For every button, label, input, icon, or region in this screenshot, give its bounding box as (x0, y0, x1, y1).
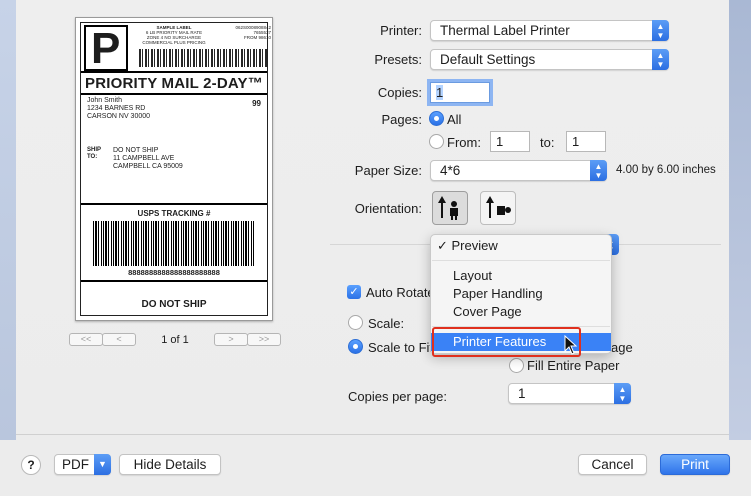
scale-to-fit-label: Scale to Fit (368, 340, 434, 355)
auto-rotate-checkbox[interactable]: ✓ (347, 285, 361, 299)
address-line: CAMPBELL CA 95009 (113, 163, 183, 170)
pages-to-field[interactable]: 1 (566, 131, 606, 152)
copies-per-page-popup[interactable]: 1 ▲ ▼ (508, 383, 631, 404)
pages-all-label: All (447, 112, 462, 127)
portrait-orientation-button[interactable] (432, 191, 468, 225)
presets-value: Default Settings (440, 52, 536, 67)
chevron-down-icon: ▼ (94, 454, 111, 475)
code-info: 062S0008908842 7655537 FROM 98610 (221, 25, 271, 40)
highlight-callout (432, 327, 581, 357)
copies-value: 1 (436, 85, 444, 100)
backdrop-right (729, 0, 751, 440)
divider (81, 71, 267, 73)
label-number: 99 (252, 99, 261, 108)
popup-chevron-icon: ▲ ▼ (614, 383, 631, 404)
pages-from-radio[interactable] (429, 134, 444, 149)
menu-item-preview[interactable]: ✓ Preview (431, 237, 611, 255)
menu-item-paper-handling[interactable]: Paper Handling (431, 285, 611, 303)
service-letter: P (91, 24, 121, 73)
last-page-button[interactable]: >> (247, 333, 281, 346)
service-title: PRIORITY MAIL 2-DAY™ (85, 75, 263, 92)
paper-size-popup[interactable]: 4*6 ▲ ▼ (430, 160, 607, 181)
bottom-divider (16, 434, 729, 435)
first-page-button[interactable]: << (69, 333, 103, 346)
printer-value: Thermal Label Printer (440, 23, 570, 38)
portrait-icon (438, 196, 458, 220)
help-button[interactable]: ? (21, 455, 41, 475)
menu-item-cover-page[interactable]: Cover Page (431, 303, 611, 321)
address-line: 1234 BARNES RD (87, 105, 146, 112)
pages-from-field[interactable]: 1 (490, 131, 530, 152)
address-line: John Smith (87, 97, 123, 104)
fill-entire-paper-label: Fill Entire Paper (527, 358, 620, 373)
next-page-button[interactable]: > (214, 333, 248, 346)
hide-details-button[interactable]: Hide Details (119, 454, 221, 475)
scale-radio[interactable] (348, 315, 363, 330)
pages-to-label: to: (540, 135, 555, 150)
landscape-icon (486, 196, 511, 218)
presets-popup[interactable]: Default Settings ▲ ▼ (430, 49, 669, 70)
ship-to-label: SHIP TO: (87, 147, 102, 160)
menu-separator (432, 260, 610, 261)
address-line: 11 CAMPBELL AVE (113, 155, 175, 162)
print-preview: P SAMPLE LABEL 6 LB PRIORITY MAIL RATE Z… (75, 17, 273, 321)
paper-size-label: Paper Size: (354, 163, 422, 178)
print-button[interactable]: Print (660, 454, 730, 475)
prev-page-button[interactable]: < (102, 333, 136, 346)
divider (81, 203, 267, 205)
copies-label: Copies: (377, 85, 422, 100)
pdf-label: PDF (62, 457, 89, 472)
sender-address: John Smith 1234 BARNES RD CARSON NV 3000… (87, 97, 150, 121)
tracking-title: USPS TRACKING # (137, 209, 211, 218)
tracking-number: 8888888888888888888888 (128, 268, 220, 277)
pages-all-radio[interactable] (429, 111, 444, 126)
copies-per-page-label: Copies per page: (348, 389, 448, 404)
code-line: FROM 98610 (243, 35, 271, 40)
copies-per-page-value: 1 (518, 386, 526, 401)
address-line: DO NOT SHIP (113, 147, 159, 154)
sample-info: SAMPLE LABEL 6 LB PRIORITY MAIL RATE ZON… (139, 25, 209, 45)
mouse-cursor-icon (564, 335, 578, 355)
paper-size-value: 4*6 (440, 163, 461, 178)
label-footer: DO NOT SHIP (141, 299, 207, 310)
scale-to-fit-radio[interactable] (348, 339, 363, 354)
printer-label: Printer: (380, 23, 422, 38)
pdf-menu-button[interactable]: PDF ▼ (54, 454, 111, 475)
cancel-button[interactable]: Cancel (578, 454, 647, 475)
menu-item-layout[interactable]: Layout (431, 267, 611, 285)
2d-barcode (139, 49, 267, 67)
printer-popup[interactable]: Thermal Label Printer ▲ ▼ (430, 20, 669, 41)
auto-rotate-label: Auto Rotate (366, 285, 435, 300)
pages-from-label: From: (447, 135, 481, 150)
presets-label: Presets: (374, 52, 422, 67)
tracking-barcode (93, 221, 255, 266)
shipping-label: P SAMPLE LABEL 6 LB PRIORITY MAIL RATE Z… (80, 22, 271, 316)
fill-entire-paper-radio[interactable] (509, 358, 524, 373)
scale-label: Scale: (368, 316, 405, 331)
divider (81, 93, 267, 95)
page-status: 1 of 1 (161, 334, 189, 346)
backdrop-left (0, 0, 16, 440)
copies-field[interactable]: 1 (430, 82, 490, 103)
popup-chevron-icon: ▲ ▼ (652, 20, 669, 41)
address-line: CARSON NV 30000 (87, 113, 151, 120)
sample-line: COMMERCIAL PLUS PRICING (142, 40, 206, 45)
paper-dimensions: 4.00 by 6.00 inches (616, 164, 716, 176)
pages-label: Pages: (381, 112, 422, 127)
popup-chevron-icon: ▲ ▼ (652, 49, 669, 70)
print-entire-label-tail: age (611, 340, 633, 355)
recipient-address: DO NOT SHIP 11 CAMPBELL AVE CAMPBELL CA … (113, 147, 183, 171)
popup-chevron-icon: ▲ ▼ (590, 160, 607, 181)
landscape-orientation-button[interactable] (480, 191, 516, 225)
orientation-label: Orientation: (354, 201, 422, 216)
divider (81, 280, 267, 282)
